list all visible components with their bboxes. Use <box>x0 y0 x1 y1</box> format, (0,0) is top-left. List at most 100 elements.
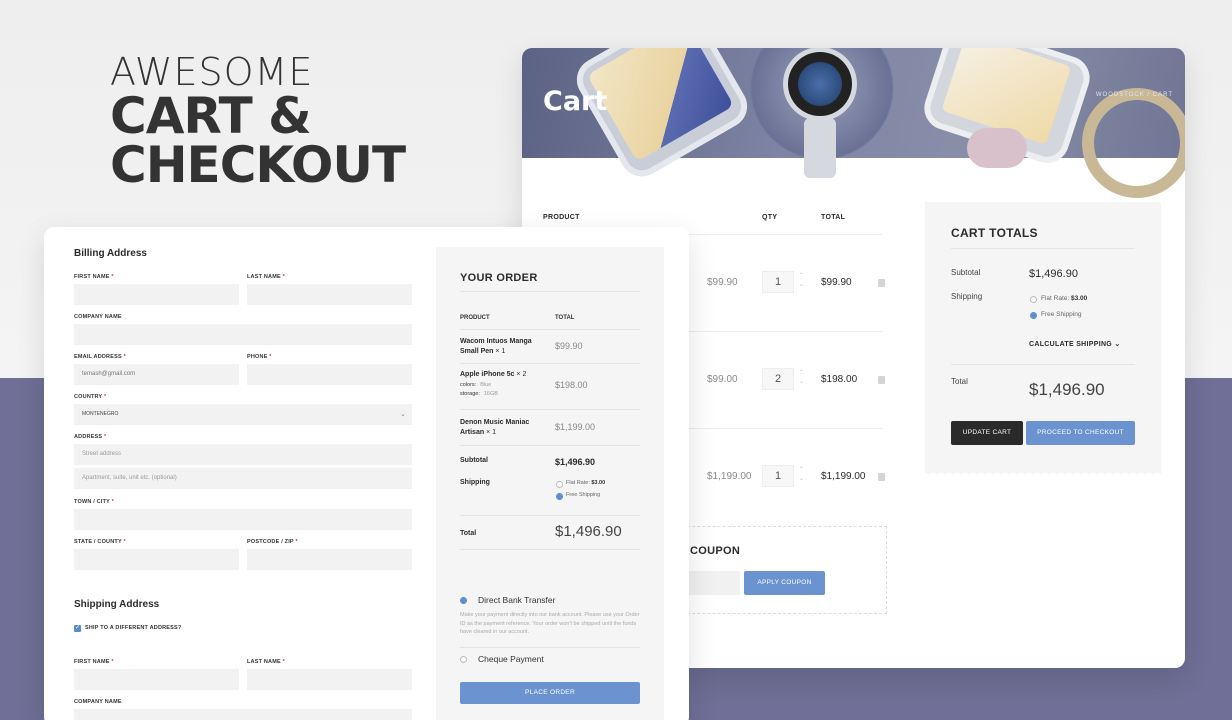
direct-bank-transfer-radio[interactable] <box>460 597 467 604</box>
quantity-stepper[interactable]: ⌃ ⌄ <box>799 272 804 290</box>
coupon-box <box>662 526 887 614</box>
cart-row-total: $99.90 <box>821 277 852 288</box>
divider <box>460 363 640 364</box>
divider <box>460 549 640 550</box>
order-free-shipping-option[interactable]: Free Shipping <box>566 492 600 498</box>
order-shipping-label: Shipping <box>460 479 490 486</box>
company-name-label: COMPANY NAME <box>74 314 122 320</box>
country-value: MONTENEGRO <box>82 411 119 417</box>
calculate-shipping-toggle[interactable]: CALCULATE SHIPPING ⌄ <box>1029 340 1120 348</box>
flat-rate-value: $3.00 <box>1071 295 1088 302</box>
proceed-to-checkout-button[interactable]: PROCEED TO CHECKOUT <box>1026 421 1135 445</box>
shipping-company-label: COMPANY NAME <box>74 699 122 705</box>
country-label: COUNTRY * <box>74 394 107 400</box>
cheque-payment-label[interactable]: Cheque Payment <box>478 654 544 664</box>
postcode-field[interactable] <box>247 549 412 570</box>
column-header-total: TOTAL <box>821 214 846 221</box>
order-flat-rate-option[interactable]: Flat Rate: $3.00 <box>566 480 605 486</box>
hero-line-1: AWESOME <box>110 50 314 94</box>
place-order-button[interactable]: PLACE ORDER <box>460 682 640 704</box>
free-shipping-option[interactable]: Free Shipping <box>1041 311 1081 318</box>
street-address-field[interactable]: Street address <box>74 444 412 465</box>
order-flat-rate-radio[interactable] <box>556 481 563 488</box>
apply-coupon-button[interactable]: APPLY COUPON <box>744 571 825 595</box>
ship-different-label[interactable]: SHIP TO A DIFFERENT ADDRESS? <box>85 625 181 631</box>
state-label: STATE / COUNTY * <box>74 539 126 545</box>
direct-bank-transfer-label[interactable]: Direct Bank Transfer <box>478 595 555 605</box>
column-header-qty: QTY <box>762 214 778 221</box>
order-item-price: $99.90 <box>555 341 583 351</box>
your-order-card: YOUR ORDER PRODUCT TOTAL Wacom Intuos Ma… <box>436 244 664 720</box>
divider <box>460 445 640 446</box>
free-shipping-radio[interactable] <box>1030 312 1037 319</box>
order-header-product: PRODUCT <box>460 315 490 321</box>
smartwatch-image <box>788 52 852 116</box>
billing-company-field[interactable] <box>74 324 412 345</box>
flat-rate-label: Flat Rate: <box>566 480 590 486</box>
calculate-shipping-label: CALCULATE SHIPPING <box>1029 341 1113 348</box>
mouse-image <box>967 128 1027 168</box>
divider <box>951 248 1135 249</box>
cheque-payment-radio[interactable] <box>460 656 467 663</box>
divider <box>951 364 1135 365</box>
postcode-label: POSTCODE / ZIP * <box>247 539 298 545</box>
quantity-input[interactable]: 1 <box>762 465 794 487</box>
email-field[interactable]: temash@gmail.com <box>74 364 239 385</box>
shipping-address-title: Shipping Address <box>74 599 160 610</box>
order-item-price: $198.00 <box>555 380 588 390</box>
divider <box>460 647 640 648</box>
cart-row-price: $99.90 <box>707 277 738 288</box>
cart-totals-card: CART TOTALS Subtotal $1,496.90 Shipping … <box>925 199 1161 476</box>
total-label: Total <box>951 377 968 386</box>
shipping-label: Shipping <box>951 292 983 301</box>
flat-rate-label: Flat Rate: <box>1041 295 1070 302</box>
divider <box>460 291 640 292</box>
shipping-company-field[interactable] <box>74 709 412 720</box>
hero-heading: AWESOME CART & CHECKOUT <box>110 50 406 194</box>
cart-row-total: $1,199.00 <box>821 471 866 482</box>
breadcrumb[interactable]: WOODSTOCK / CART <box>1096 92 1173 98</box>
checkout-panel: Billing Address FIRST NAME * LAST NAME *… <box>44 227 689 720</box>
address-label: ADDRESS * <box>74 434 107 440</box>
last-name-label: LAST NAME * <box>247 274 285 280</box>
trash-icon[interactable] <box>878 473 885 481</box>
cart-row-total: $198.00 <box>821 374 858 385</box>
ship-different-checkbox[interactable]: ✓ <box>74 625 81 632</box>
billing-first-name-field[interactable] <box>74 284 239 305</box>
hero-line-3: CHECKOUT <box>110 136 406 194</box>
shipping-first-name-field[interactable] <box>74 669 239 690</box>
chevron-down-icon: ⌄ <box>400 411 406 418</box>
quantity-input[interactable]: 2 <box>762 368 794 390</box>
cart-totals-title: CART TOTALS <box>951 226 1038 240</box>
chevron-down-icon: ⌄ <box>1114 341 1121 348</box>
order-subtotal-label: Subtotal <box>460 457 488 464</box>
order-free-shipping-radio[interactable] <box>556 493 563 500</box>
country-select[interactable]: MONTENEGRO ⌄ <box>74 404 412 425</box>
order-item-name: Apple iPhone 5c × 2 <box>460 371 527 378</box>
trash-icon[interactable] <box>878 376 885 384</box>
order-item-name: Wacom Intuos Manga Small Pen × 1 <box>460 338 532 355</box>
quantity-stepper[interactable]: ⌃ ⌄ <box>799 466 804 484</box>
flat-rate-value: $3.00 <box>591 480 606 486</box>
billing-last-name-field[interactable] <box>247 284 412 305</box>
flat-rate-radio[interactable] <box>1030 296 1037 303</box>
trash-icon[interactable] <box>878 279 885 287</box>
apartment-field[interactable]: Apartment, suite, unit etc. (optional) <box>74 468 412 489</box>
state-field[interactable] <box>74 549 239 570</box>
divider <box>460 515 640 516</box>
shipping-last-name-field[interactable] <box>247 669 412 690</box>
shipping-last-name-label: LAST NAME * <box>247 659 285 665</box>
update-cart-button[interactable]: UPDATE CART <box>951 421 1023 445</box>
order-item-meta-storage: storage: 16GB <box>460 391 498 397</box>
phone-field[interactable] <box>247 364 412 385</box>
quantity-stepper[interactable]: ⌃ ⌄ <box>799 369 804 387</box>
town-field[interactable] <box>74 509 412 530</box>
divider <box>460 329 640 330</box>
flat-rate-option[interactable]: Flat Rate: $3.00 <box>1041 295 1087 302</box>
cart-row-price: $1,199.00 <box>707 471 752 482</box>
subtotal-label: Subtotal <box>951 268 981 277</box>
order-header-total: TOTAL <box>555 315 575 321</box>
order-item-name: Denon Music Maniac Artisan × 1 <box>460 419 530 436</box>
quantity-input[interactable]: 1 <box>762 271 794 293</box>
order-item-meta-colors: colors: Blue <box>460 382 492 388</box>
